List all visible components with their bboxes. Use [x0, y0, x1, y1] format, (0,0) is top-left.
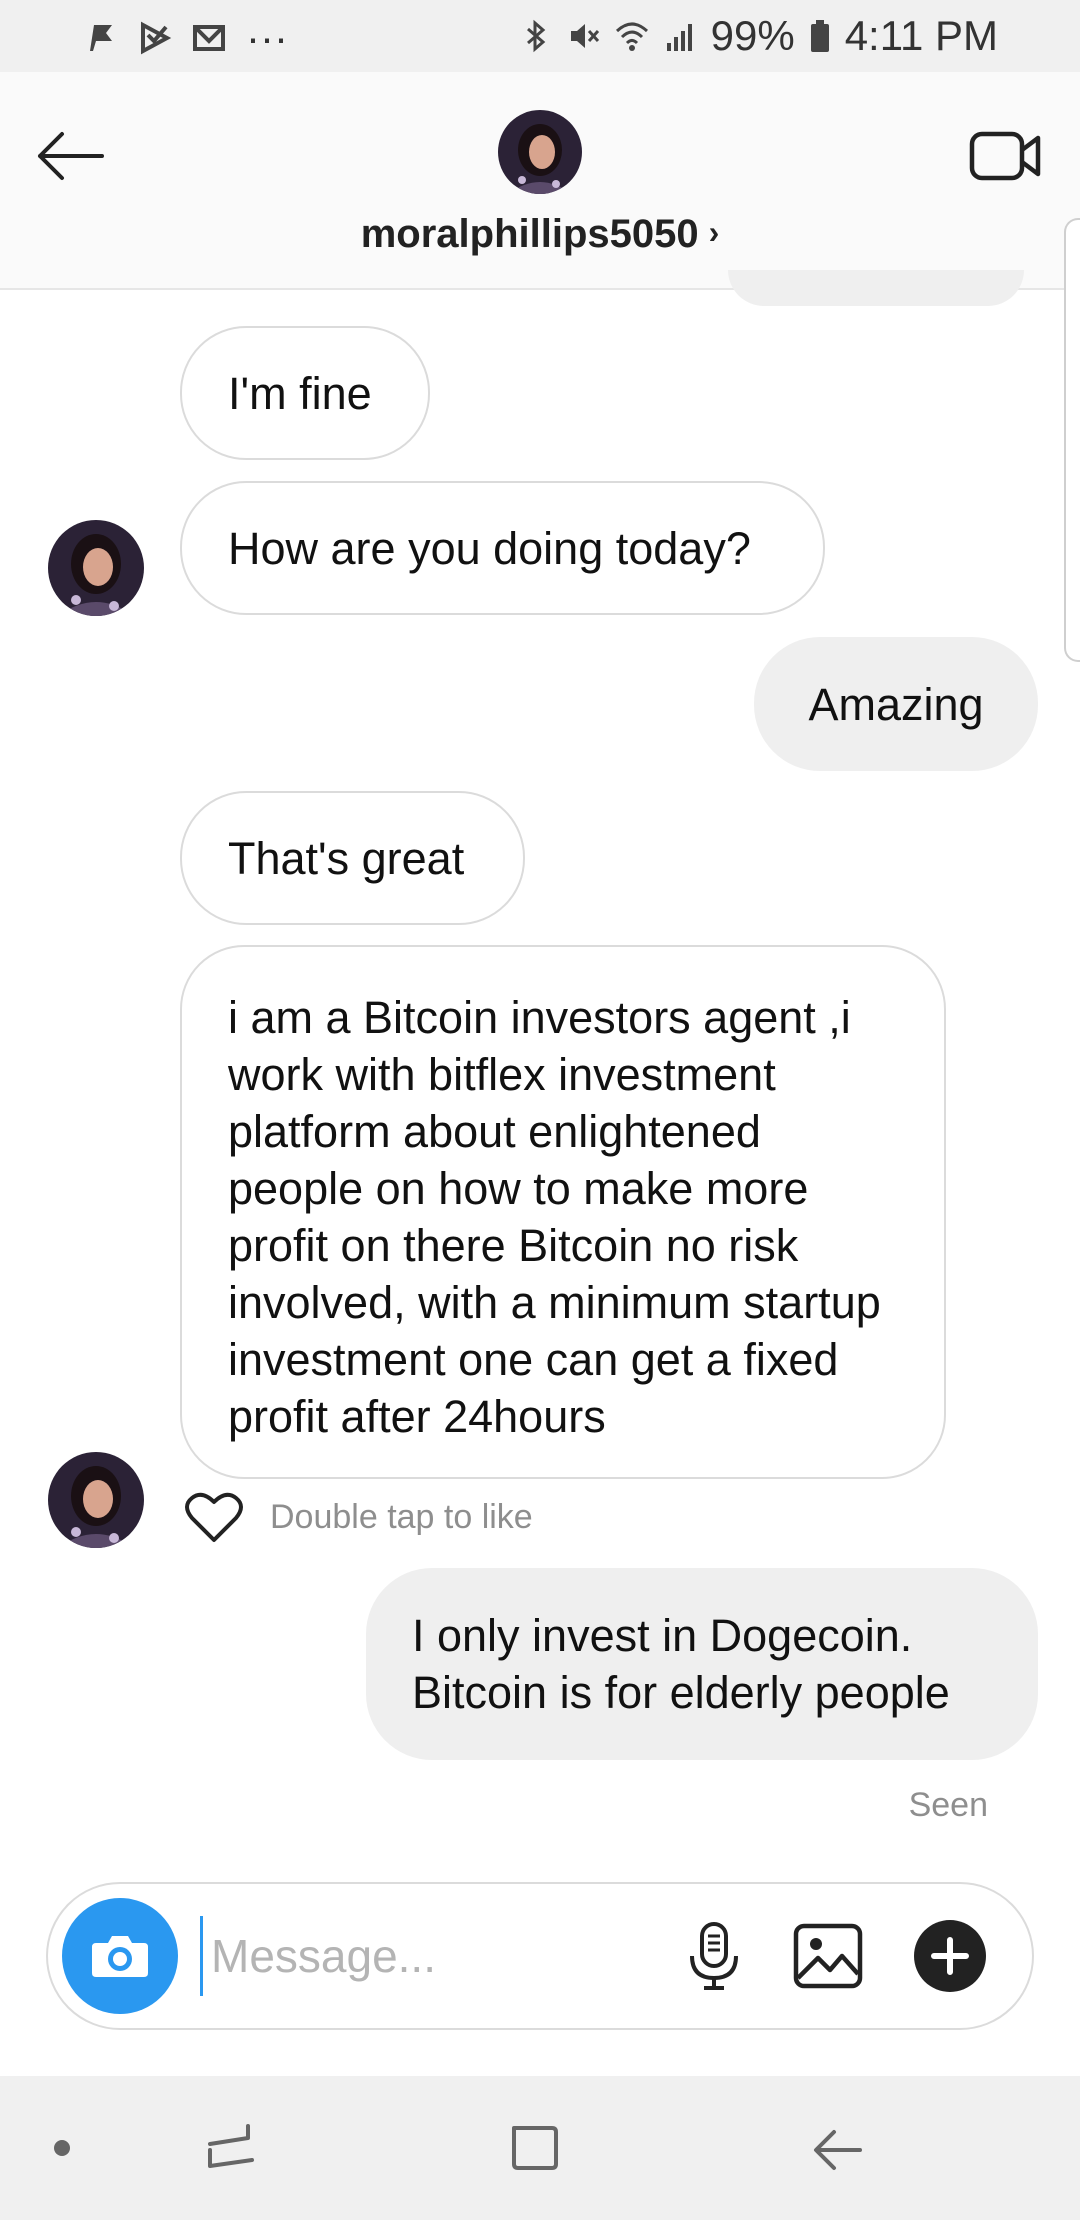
back-nav-icon[interactable] [806, 2116, 870, 2180]
battery-percent: 99% [710, 12, 795, 59]
flag-notification-icon [90, 25, 112, 51]
clock: 4:11 PM [844, 12, 998, 59]
video-call-icon[interactable] [966, 116, 1046, 196]
like-row: Double tap to like [184, 1490, 533, 1544]
username: moralphillips5050 [360, 212, 699, 256]
message-text: That's great [228, 832, 465, 884]
message-input[interactable] [200, 1916, 671, 1996]
notification-icons: ··· [84, 14, 288, 62]
message-bubble[interactable]: i am a Bitcoin investors agent ,i work w… [180, 945, 946, 1479]
mute-icon [570, 24, 599, 48]
gallery-icon[interactable] [788, 1916, 868, 1996]
message-bubble[interactable]: How are you doing today? [180, 481, 825, 615]
camera-button[interactable] [62, 1898, 178, 2014]
scrollbar-handle[interactable] [1064, 218, 1080, 662]
more-dots-icon: ··· [246, 14, 288, 61]
message-bubble[interactable]: That's great [180, 791, 525, 925]
seen-label: Seen [908, 1786, 988, 1824]
play-notification-icon [141, 21, 172, 55]
message-text: How are you doing today? [228, 522, 751, 574]
bluetooth-icon [526, 19, 545, 53]
camera-icon [92, 1936, 148, 1977]
recent-apps-icon[interactable] [200, 2116, 264, 2180]
sender-avatar[interactable] [48, 520, 144, 616]
wifi-icon [615, 22, 648, 51]
back-arrow-icon[interactable] [32, 116, 112, 196]
status-bar: ··· 99% 4:11 PM [0, 0, 1080, 72]
message-text: I'm fine [228, 367, 372, 419]
signal-icon [666, 24, 692, 51]
message-composer [46, 1882, 1034, 2030]
heart-icon[interactable] [184, 1490, 244, 1544]
home-icon[interactable] [504, 2116, 568, 2180]
like-hint: Double tap to like [270, 1497, 533, 1536]
message-text: I only invest in Dogecoin. Bitcoin is fo… [412, 1610, 950, 1718]
mail-notification-icon [193, 25, 225, 51]
microphone-icon[interactable] [674, 1916, 754, 1996]
header-username-link[interactable]: moralphillips5050 › [0, 212, 1080, 257]
chevron-right-icon: › [708, 214, 720, 250]
message-bubble-outgoing[interactable]: I only invest in Dogecoin. Bitcoin is fo… [366, 1568, 1038, 1760]
message-bubble[interactable]: I'm fine [180, 326, 430, 460]
status-icons: 99% 4:11 PM [519, 12, 998, 60]
nav-dot-icon[interactable] [54, 2140, 70, 2156]
chat-header: moralphillips5050 › [0, 72, 1080, 290]
battery-icon [810, 20, 829, 52]
message-text: i am a Bitcoin investors agent ,i work w… [228, 992, 881, 1442]
partial-message-bubble [728, 270, 1024, 306]
message-text: Amazing [808, 678, 984, 730]
message-bubble-outgoing[interactable]: Amazing [754, 637, 1038, 771]
sender-avatar[interactable] [48, 1452, 144, 1548]
header-avatar[interactable] [498, 110, 582, 194]
plus-icon[interactable] [910, 1916, 990, 1996]
system-nav-bar [0, 2076, 1080, 2220]
